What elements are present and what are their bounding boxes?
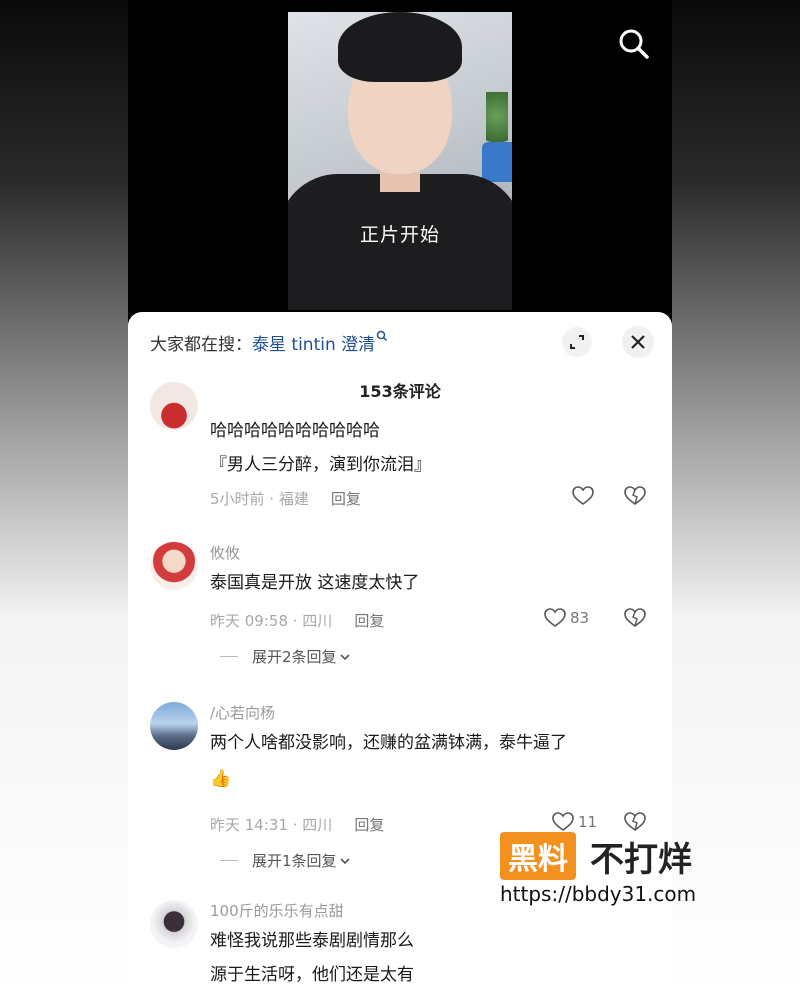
comment-username[interactable]: /心若向杨 (210, 702, 275, 723)
dislike-button[interactable] (624, 608, 646, 632)
site-watermark: 黑料 不打烊 https://bbdy31.com (500, 832, 740, 912)
close-icon (631, 335, 645, 349)
watermark-badge: 黑料 (500, 832, 576, 880)
comment-count: 153条评论 (359, 382, 441, 401)
chevron-down-icon (339, 653, 350, 660)
heart-icon (572, 486, 594, 505)
comment-avatar[interactable] (150, 900, 198, 948)
comment-meta: 昨天 14:31 · 四川 回复 (210, 814, 384, 835)
expand-replies-button[interactable]: 展开2条回复 (220, 646, 351, 667)
reply-button[interactable]: 回复 (354, 612, 384, 630)
chevron-down-icon (339, 857, 350, 864)
search-button[interactable] (616, 26, 652, 62)
close-button[interactable] (622, 326, 654, 358)
comment-username[interactable]: 攸攸 (210, 542, 240, 563)
comment-avatar[interactable] (150, 382, 198, 430)
small-search-icon (376, 330, 388, 342)
broken-heart-icon (624, 608, 646, 627)
background-object (482, 142, 512, 182)
broken-heart-icon (624, 486, 646, 505)
heart-icon (552, 812, 574, 831)
expand-icon (570, 335, 584, 349)
comment-meta: 5小时前 · 福建 回复 (210, 488, 361, 509)
comment-meta: 昨天 09:58 · 四川 回复 (210, 610, 384, 631)
comment-text-line: 难怪我说那些泰剧剧情那么 (210, 931, 414, 951)
broken-heart-icon (624, 812, 646, 831)
trending-search-bar: 大家都在搜：泰星 tintin 澄清 (150, 330, 388, 355)
search-icon (619, 29, 649, 59)
video-frame: 正片开始 (288, 12, 512, 310)
trending-search-link[interactable]: 泰星 tintin 澄清 (252, 335, 375, 355)
divider (220, 656, 238, 657)
expand-sheet-button[interactable] (562, 327, 592, 357)
heart-icon (544, 608, 566, 627)
video-caption: 正片开始 (359, 224, 440, 246)
comment-item: 攸攸 泰国真是开放 这速度太快了 昨天 09:58 · 四川 回复 83 展开2条… (128, 538, 672, 678)
comment-text-line: 泰国真是开放 这速度太快了 (210, 573, 420, 593)
comment-text-line: 👍 (210, 769, 232, 789)
trending-search-prefix: 大家都在搜： (150, 335, 252, 355)
comment-time-location: 昨天 14:31 · 四川 (210, 816, 333, 834)
like-button[interactable]: 11 (552, 812, 597, 832)
comment-avatar[interactable] (150, 542, 198, 590)
video-player[interactable]: 正片开始 (128, 0, 672, 340)
comment-item: 哈哈哈哈哈哈哈哈哈哈 『男人三分醉，演到你流泪』 5小时前 · 福建 回复 (128, 382, 672, 528)
dislike-button[interactable] (624, 486, 646, 510)
comment-time-location: 昨天 09:58 · 四川 (210, 612, 333, 630)
comment-text-line: 两个人啥都没影响，还赚的盆满钵满，泰牛逼了 (210, 733, 567, 753)
expand-replies-button[interactable]: 展开1条回复 (220, 850, 351, 871)
like-count: 83 (570, 609, 590, 627)
divider (220, 860, 238, 861)
expand-replies-label: 展开1条回复 (252, 852, 337, 870)
reply-button[interactable]: 回复 (354, 816, 384, 834)
watermark-url: https://bbdy31.com (500, 882, 697, 906)
comment-avatar[interactable] (150, 702, 198, 750)
comment-time-location: 5小时前 · 福建 (210, 490, 309, 508)
like-button[interactable]: 83 (544, 608, 589, 628)
expand-replies-label: 展开2条回复 (252, 648, 337, 666)
comment-username[interactable]: 100斤的乐乐有点甜 (210, 900, 344, 921)
comment-text-line: 哈哈哈哈哈哈哈哈哈哈 (210, 421, 380, 441)
comment-text-line: 源于生活呀，他们还是太有 (210, 965, 414, 985)
reply-button[interactable]: 回复 (331, 490, 361, 508)
comment-text-line: 『男人三分醉，演到你流泪』 (210, 455, 431, 475)
like-count: 11 (578, 813, 598, 831)
watermark-text: 不打烊 (590, 840, 692, 880)
like-button[interactable] (572, 486, 594, 506)
person-hair (338, 12, 462, 82)
